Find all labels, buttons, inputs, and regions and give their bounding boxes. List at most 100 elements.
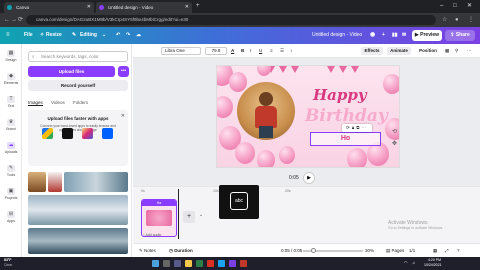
hamburger-icon[interactable]: ≡ (6, 27, 10, 44)
windows-start-icon[interactable] (152, 260, 159, 267)
instagram-icon[interactable] (82, 128, 93, 139)
zoom-slider-thumb[interactable] (311, 248, 316, 253)
chrome-icon[interactable] (207, 260, 214, 267)
paint-format-icon[interactable]: ⚲ (455, 44, 458, 58)
reload-icon[interactable]: ⟳ (18, 15, 23, 25)
tab-videos[interactable]: Videos (51, 100, 65, 105)
editing-mode-button[interactable]: Editing (80, 27, 97, 44)
align-center-icon[interactable]: ≡ (270, 44, 273, 58)
redo-icon[interactable]: ↷ (126, 27, 130, 44)
close-window-icon[interactable]: ✕ (467, 0, 472, 13)
file-menu[interactable]: File (24, 27, 33, 44)
underline-button[interactable]: U (259, 44, 262, 58)
bold-button[interactable]: B (241, 44, 244, 58)
add-collaborator-icon[interactable]: + (382, 27, 385, 44)
back-icon[interactable]: ← (4, 15, 10, 25)
chevron-down-icon[interactable]: ⌄ (199, 212, 203, 218)
font-size-field[interactable]: 79.9 (205, 47, 227, 55)
google-drive-icon[interactable] (42, 128, 53, 139)
name-textbox-selected[interactable]: Ho (310, 132, 381, 146)
upload-thumbnail[interactable] (28, 172, 46, 192)
notes-button[interactable]: ✎ Notes (139, 244, 156, 258)
font-family-select[interactable]: Libra One (161, 47, 201, 55)
upload-thumbnail[interactable] (28, 228, 128, 254)
spacing-icon[interactable]: ↕ (290, 44, 292, 58)
rail-item-tools[interactable]: ✎ Tools (0, 165, 22, 177)
clock-time[interactable]: 4:20 PM (428, 258, 441, 262)
effects-button[interactable]: Effects (361, 47, 383, 55)
document-title[interactable]: Untitled design - Video (312, 27, 362, 44)
rotate-handle-icon[interactable]: ⟲ (392, 128, 397, 135)
element-floating-toolbar[interactable]: ⟳🔒︎⧉⋯ (342, 124, 372, 132)
chevron-down-icon[interactable]: ⌄ (102, 27, 106, 44)
upload-thumbnail[interactable] (28, 195, 128, 225)
rail-item-brand[interactable]: ♛ Brand (0, 119, 22, 131)
browser-tab-design[interactable]: Untitled design - Video ✕ (96, 2, 192, 13)
close-icon[interactable]: ✕ (185, 2, 189, 13)
volume-icon[interactable]: ♫ (412, 260, 415, 265)
browser-tab-canva[interactable]: Canva ✕ (4, 2, 94, 13)
move-handle-icon[interactable]: ✥ (392, 140, 397, 147)
comments-icon[interactable]: ✉ (402, 27, 406, 44)
task-view-icon[interactable] (174, 260, 181, 267)
upload-thumbnail[interactable] (48, 172, 62, 192)
minimize-icon[interactable]: – (440, 0, 443, 13)
text-color-button[interactable]: A (231, 44, 234, 58)
cloud-save-icon[interactable]: ☁ (136, 27, 141, 44)
text-element-preview[interactable]: abc (219, 185, 259, 219)
url-field[interactable]: canva.com/design/DAG2uBX1M9b/V3kCrp4SY5f… (26, 15, 436, 25)
play-button[interactable]: ▶ (303, 172, 315, 184)
position-button[interactable]: Position (415, 47, 441, 55)
transparency-icon[interactable]: ▩ (445, 44, 449, 58)
rail-item-elements[interactable]: ◆ Elements (0, 73, 22, 85)
fullscreen-icon[interactable]: ⤢ (445, 244, 449, 258)
tab-folders[interactable]: Folders (73, 100, 88, 105)
edge-icon[interactable] (218, 260, 225, 267)
network-icon[interactable]: ◠ (404, 260, 408, 265)
search-icon[interactable] (163, 260, 170, 267)
zoom-level[interactable]: 30% (365, 244, 374, 258)
portrait-photo[interactable] (237, 82, 295, 140)
close-icon[interactable]: ✕ (121, 113, 125, 119)
close-icon[interactable]: ✕ (87, 2, 91, 13)
add-audio-button[interactable]: ♪ Add audio (143, 233, 161, 237)
grid-view-icon[interactable]: ▦ (433, 244, 437, 258)
animate-button[interactable]: Animate (387, 47, 411, 55)
duration-button[interactable]: ◷ Duration (169, 244, 193, 258)
design-page[interactable]: Happy Birthday Ho ⟳🔒︎⧉⋯ (216, 65, 400, 168)
menu-dots-icon[interactable]: ⋮ (468, 15, 474, 25)
timeline-clip[interactable]: Ha (141, 199, 177, 237)
share-button[interactable]: ⇪ Share (445, 30, 475, 41)
add-page-button[interactable]: + (183, 211, 195, 223)
star-icon[interactable]: ☆ (442, 15, 447, 25)
rail-item-uploads[interactable]: ☁ Uploads (0, 142, 22, 154)
rail-item-projects[interactable]: ▣ Projects (0, 188, 22, 200)
forward-icon[interactable]: → (11, 15, 17, 25)
record-yourself-button[interactable]: Record yourself (28, 80, 128, 91)
rail-item-apps[interactable]: ⊞ Apps (0, 211, 22, 223)
happy-text[interactable]: Happy (313, 86, 367, 104)
preview-button[interactable]: ▶ Preview (412, 30, 442, 41)
stats-icon[interactable]: ▮▮ (392, 27, 398, 44)
playhead[interactable] (178, 189, 179, 239)
undo-icon[interactable]: ↶ (116, 27, 120, 44)
file-explorer-icon[interactable] (185, 260, 192, 267)
store-icon[interactable] (196, 260, 203, 267)
teams-icon[interactable] (229, 260, 236, 267)
new-tab-button[interactable]: + (196, 0, 200, 13)
birthday-text[interactable]: Birthday (305, 106, 388, 126)
weather-temp[interactable]: 83°F (4, 258, 11, 262)
tab-images[interactable]: Images (28, 100, 43, 106)
dropbox-icon[interactable] (102, 128, 113, 139)
list-icon[interactable]: ☰ (280, 44, 284, 58)
upload-options-button[interactable]: ••• (118, 66, 129, 77)
more-icon[interactable]: ⋯ (361, 125, 368, 130)
italic-button[interactable]: I (250, 44, 251, 58)
maximize-icon[interactable]: □ (453, 0, 457, 13)
frameio-icon[interactable] (62, 128, 73, 139)
upload-thumbnail[interactable] (64, 172, 128, 192)
search-input[interactable]: ⌕ Search keywords, tags, color (28, 51, 128, 62)
pages-button[interactable]: ▤ Pages (386, 244, 404, 258)
avatar[interactable]: ◉ (370, 27, 375, 44)
zoom-slider[interactable] (303, 248, 363, 253)
